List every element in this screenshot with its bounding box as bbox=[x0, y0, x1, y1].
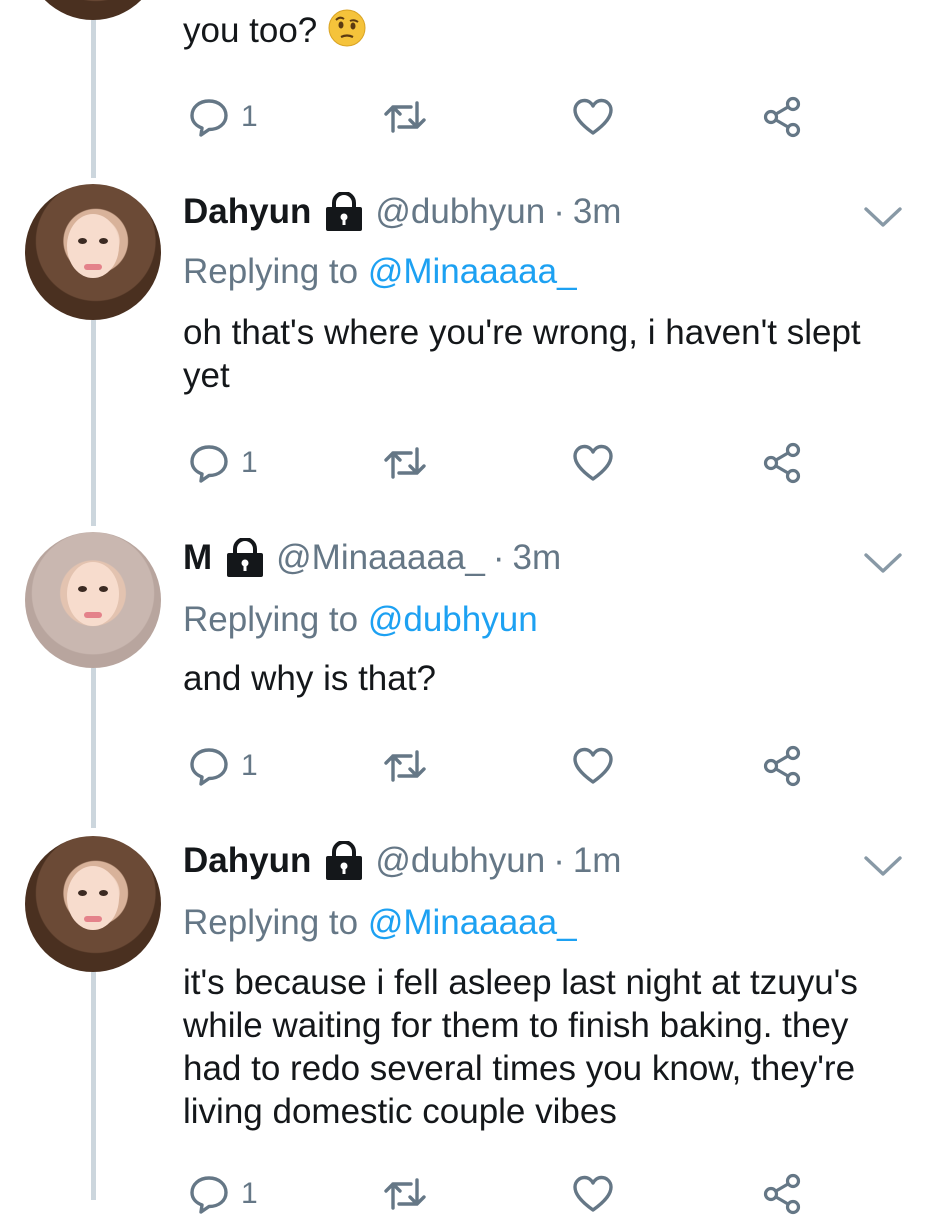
heart-icon bbox=[573, 747, 613, 784]
mention-link[interactable]: @Minaaaaa_ bbox=[368, 903, 577, 942]
tweet-actions: 1 bbox=[183, 744, 823, 788]
retweet-button[interactable] bbox=[381, 441, 429, 485]
chevron-down-icon bbox=[864, 207, 902, 227]
avatar[interactable] bbox=[25, 836, 161, 972]
username[interactable]: @dubhyun bbox=[375, 841, 545, 881]
reply-count: 1 bbox=[241, 749, 258, 782]
like-button[interactable] bbox=[571, 744, 615, 788]
share-icon bbox=[763, 442, 801, 484]
tweet-actions: 1 bbox=[183, 95, 823, 139]
timestamp[interactable]: 3m bbox=[513, 538, 562, 578]
replying-to: Replying to @dubhyun bbox=[183, 600, 538, 639]
display-name[interactable]: Dahyun bbox=[183, 841, 311, 881]
reply-count: 1 bbox=[241, 1177, 258, 1210]
timestamp[interactable]: 1m bbox=[573, 841, 622, 881]
more-options-button[interactable] bbox=[862, 550, 904, 576]
thread-line bbox=[91, 668, 96, 828]
share-icon bbox=[763, 96, 801, 138]
reply-count: 1 bbox=[241, 100, 258, 133]
separator: · bbox=[492, 538, 505, 577]
tweet-actions: 1 bbox=[183, 441, 823, 485]
heart-icon bbox=[573, 1175, 613, 1212]
retweet-icon bbox=[384, 1178, 426, 1210]
username[interactable]: @dubhyun bbox=[375, 192, 545, 232]
reply-button[interactable]: 1 bbox=[187, 1172, 258, 1216]
like-button[interactable] bbox=[571, 441, 615, 485]
share-button[interactable] bbox=[761, 744, 805, 788]
heart-icon bbox=[573, 98, 613, 135]
avatar[interactable] bbox=[25, 0, 161, 20]
tweet-header: M @Minaaaaa_ · 3m bbox=[183, 538, 561, 578]
retweet-icon bbox=[384, 101, 426, 133]
replying-to: Replying to @Minaaaaa_ bbox=[183, 252, 577, 291]
lock-icon bbox=[325, 192, 363, 232]
reply-button[interactable]: 1 bbox=[187, 95, 258, 139]
face-with-raised-eyebrow-icon bbox=[327, 8, 367, 48]
share-button[interactable] bbox=[761, 1172, 805, 1216]
mention-link[interactable]: @Minaaaaa_ bbox=[368, 252, 577, 291]
tweet-actions: 1 bbox=[183, 1172, 823, 1216]
thread-line bbox=[91, 972, 96, 1200]
reply-count: 1 bbox=[241, 446, 258, 479]
tweet-text: it's because i fell asleep last night at… bbox=[183, 963, 858, 1131]
display-name[interactable]: M bbox=[183, 538, 212, 578]
tweet-text: and why is that? bbox=[183, 659, 436, 698]
lock-icon bbox=[325, 841, 363, 881]
reply-button[interactable]: 1 bbox=[187, 744, 258, 788]
heart-icon bbox=[573, 444, 613, 481]
username[interactable]: @Minaaaaa_ bbox=[276, 538, 485, 578]
reply-icon bbox=[190, 99, 228, 137]
avatar[interactable] bbox=[25, 184, 161, 320]
more-options-button[interactable] bbox=[862, 853, 904, 879]
reply-icon bbox=[190, 1176, 228, 1214]
thread-line bbox=[91, 0, 96, 178]
mention-link[interactable]: @dubhyun bbox=[368, 600, 538, 639]
lock-icon bbox=[226, 538, 264, 578]
timestamp[interactable]: 3m bbox=[573, 192, 622, 232]
share-icon bbox=[763, 745, 801, 787]
tweet-text: you too? bbox=[183, 8, 903, 52]
replying-to: Replying to @Minaaaaa_ bbox=[183, 903, 577, 942]
reply-button[interactable]: 1 bbox=[187, 441, 258, 485]
more-options-button[interactable] bbox=[862, 204, 904, 230]
tweet-header: Dahyun @dubhyun · 1m bbox=[183, 841, 621, 881]
reply-icon bbox=[190, 748, 228, 786]
like-button[interactable] bbox=[571, 1172, 615, 1216]
thread-line bbox=[91, 320, 96, 526]
chevron-down-icon bbox=[864, 856, 902, 876]
share-button[interactable] bbox=[761, 441, 805, 485]
separator: · bbox=[553, 841, 565, 880]
retweet-button[interactable] bbox=[381, 95, 429, 139]
reply-icon bbox=[190, 445, 228, 483]
tweet-header: Dahyun @dubhyun · 3m bbox=[183, 192, 621, 232]
display-name[interactable]: Dahyun bbox=[183, 192, 311, 232]
tweet-text: oh that's where you're wrong, i haven't … bbox=[183, 313, 861, 395]
share-icon bbox=[763, 1173, 801, 1215]
avatar[interactable] bbox=[25, 532, 161, 668]
chevron-down-icon bbox=[864, 553, 902, 573]
retweet-icon bbox=[384, 750, 426, 782]
retweet-icon bbox=[384, 447, 426, 479]
share-button[interactable] bbox=[761, 95, 805, 139]
retweet-button[interactable] bbox=[381, 1172, 429, 1216]
separator: · bbox=[553, 192, 565, 231]
like-button[interactable] bbox=[571, 95, 615, 139]
retweet-button[interactable] bbox=[381, 744, 429, 788]
